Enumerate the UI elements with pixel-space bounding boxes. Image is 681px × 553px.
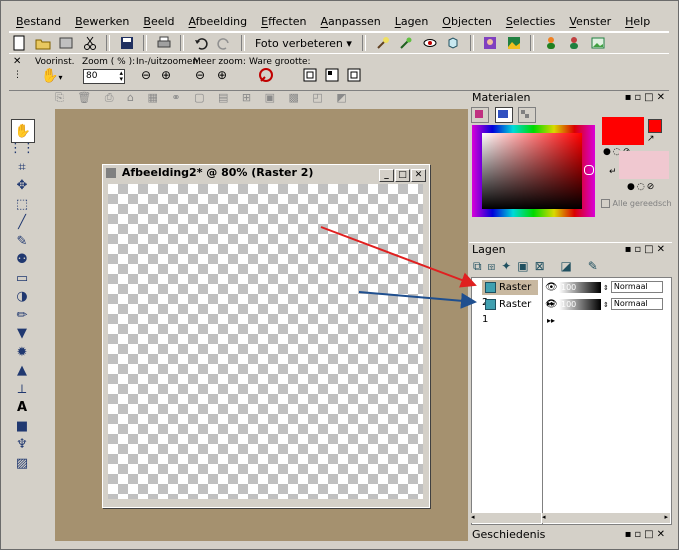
app-window: Bestand Bewerken Beeld Afbeelding Effecten Aa…: [0, 0, 679, 550]
blue-arrow: [358, 291, 477, 309]
red-arrow: [320, 226, 477, 288]
annotation-arrows: [320, 226, 477, 309]
